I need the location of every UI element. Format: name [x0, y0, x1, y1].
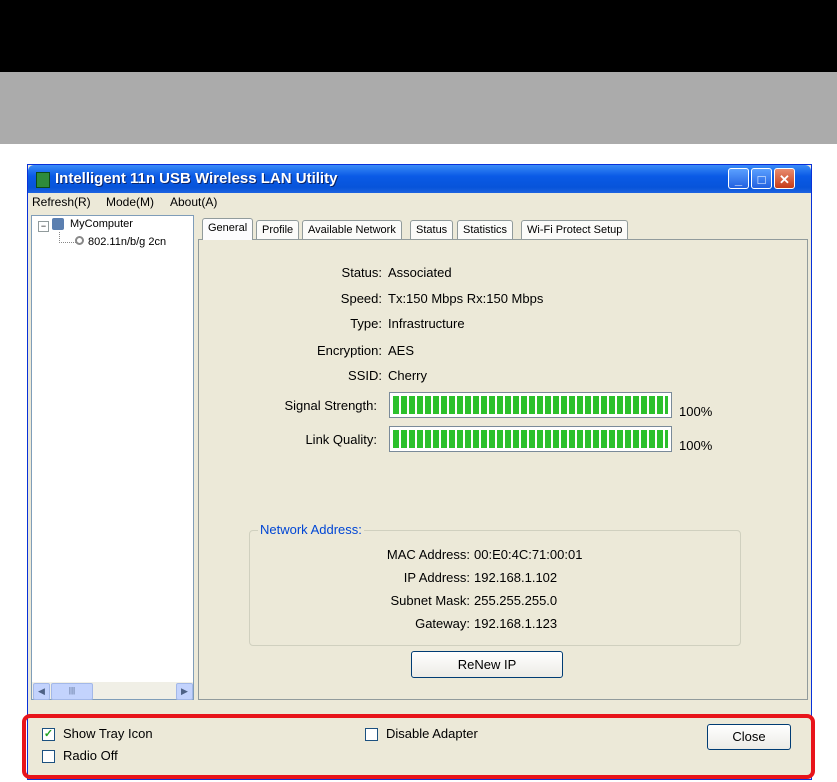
show-tray-icon-checkbox[interactable]: ✓	[42, 728, 55, 741]
tree-adapter-label[interactable]: 802.11n/b/g 2cn	[88, 236, 166, 248]
title-bar[interactable]: Intelligent 11n USB Wireless LAN Utility…	[28, 165, 811, 193]
subnet-mask-value: 255.255.255.0	[474, 593, 558, 608]
mac-address-value: 00:E0:4C:71:00:01	[474, 547, 583, 562]
tab-profile[interactable]: Profile	[256, 220, 300, 239]
show-tray-icon-label[interactable]: Show Tray Icon	[63, 726, 153, 741]
tab-general[interactable]: General	[202, 218, 254, 240]
tree-connector	[59, 232, 76, 243]
tab-available-network[interactable]: Available Network	[302, 220, 402, 239]
mac-address-label: MAC Address:	[386, 547, 470, 562]
link-quality-fill	[393, 430, 668, 448]
menu-refresh[interactable]: Refresh(R)	[32, 195, 91, 209]
type-value: Infrastructure	[388, 316, 465, 331]
renew-ip-button[interactable]: ReNew IP	[411, 651, 563, 678]
wireless-adapter-icon	[75, 236, 84, 245]
network-address-title: Network Address:	[258, 522, 364, 537]
footer-controls: ✓ Show Tray Icon Radio Off Disable Adapt…	[28, 710, 811, 778]
radio-off-checkbox[interactable]	[42, 750, 55, 763]
horizontal-scrollbar[interactable]: ◀ ||| ▶	[32, 682, 193, 700]
menu-mode[interactable]: Mode(M)	[106, 195, 154, 209]
close-icon[interactable]: ✕	[774, 168, 795, 189]
scroll-right-icon[interactable]: ▶	[176, 683, 193, 700]
disable-adapter-label[interactable]: Disable Adapter	[386, 726, 478, 741]
maximize-icon[interactable]: □	[751, 168, 772, 189]
radio-off-label[interactable]: Radio Off	[63, 748, 118, 763]
signal-strength-percent: 100%	[679, 404, 713, 419]
close-button[interactable]: Close	[707, 724, 791, 750]
link-quality-label: Link Quality:	[305, 432, 377, 447]
status-value: Associated	[388, 265, 452, 280]
tab-status[interactable]: Status	[410, 220, 454, 239]
encryption-value: AES	[388, 343, 415, 358]
gateway-value: 192.168.1.123	[474, 616, 558, 631]
speed-value: Tx:150 Mbps Rx:150 Mbps	[388, 291, 544, 306]
link-quality-bar	[389, 426, 672, 452]
scroll-left-icon[interactable]: ◀	[33, 683, 50, 700]
gateway-label: Gateway:	[415, 616, 470, 631]
signal-strength-fill	[393, 396, 668, 414]
top-banner-black	[0, 0, 837, 72]
utility-window: Intelligent 11n USB Wireless LAN Utility…	[27, 164, 812, 780]
status-label: Status:	[341, 265, 382, 280]
speed-label: Speed:	[340, 291, 382, 306]
signal-strength-bar	[389, 392, 672, 418]
tab-statistics[interactable]: Statistics	[457, 220, 514, 239]
signal-strength-label: Signal Strength:	[284, 398, 377, 413]
tree-root-label[interactable]: MyComputer	[70, 218, 133, 230]
minimize-icon[interactable]: _	[728, 168, 749, 189]
subnet-mask-label: Subnet Mask:	[390, 593, 471, 608]
top-banner-gray	[0, 72, 837, 144]
menu-about[interactable]: About(A)	[170, 195, 217, 209]
disable-adapter-checkbox[interactable]	[365, 728, 378, 741]
scroll-thumb[interactable]: |||	[51, 683, 93, 700]
computer-icon	[52, 218, 64, 230]
adapter-tree: − MyComputer 802.11n/b/g 2cn ◀ ||| ▶	[31, 215, 194, 700]
app-icon	[36, 172, 50, 188]
link-quality-percent: 100%	[679, 438, 713, 453]
tab-wifi-protect-setup[interactable]: Wi-Fi Protect Setup	[521, 220, 629, 239]
menu-bar: Refresh(R) Mode(M) About(A)	[28, 193, 811, 212]
network-address-group: Network Address: MAC Address: 00:E0:4C:7…	[249, 522, 741, 646]
collapse-icon[interactable]: −	[38, 221, 49, 232]
general-panel: Status: Associated Speed: Tx:150 Mbps Rx…	[198, 239, 808, 700]
ip-address-label: IP Address:	[403, 570, 470, 585]
encryption-label: Encryption:	[316, 343, 382, 358]
ssid-label: SSID:	[348, 368, 382, 383]
window-title: Intelligent 11n USB Wireless LAN Utility	[55, 170, 338, 187]
ip-address-value: 192.168.1.102	[474, 570, 558, 585]
type-label: Type:	[350, 316, 382, 331]
ssid-value: Cherry	[388, 368, 428, 383]
